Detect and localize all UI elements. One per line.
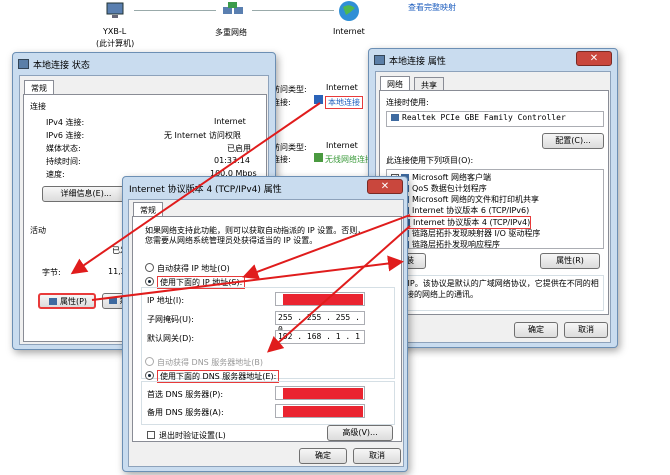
arrow-properties-to-ipv4 bbox=[91, 255, 404, 301]
arrow-ipv4-to-manual-ip bbox=[242, 214, 411, 280]
arrow-to-properties-button bbox=[70, 102, 321, 275]
annotation-arrows bbox=[70, 102, 411, 353]
arrow-ipv4-to-manual-dns bbox=[267, 225, 411, 353]
